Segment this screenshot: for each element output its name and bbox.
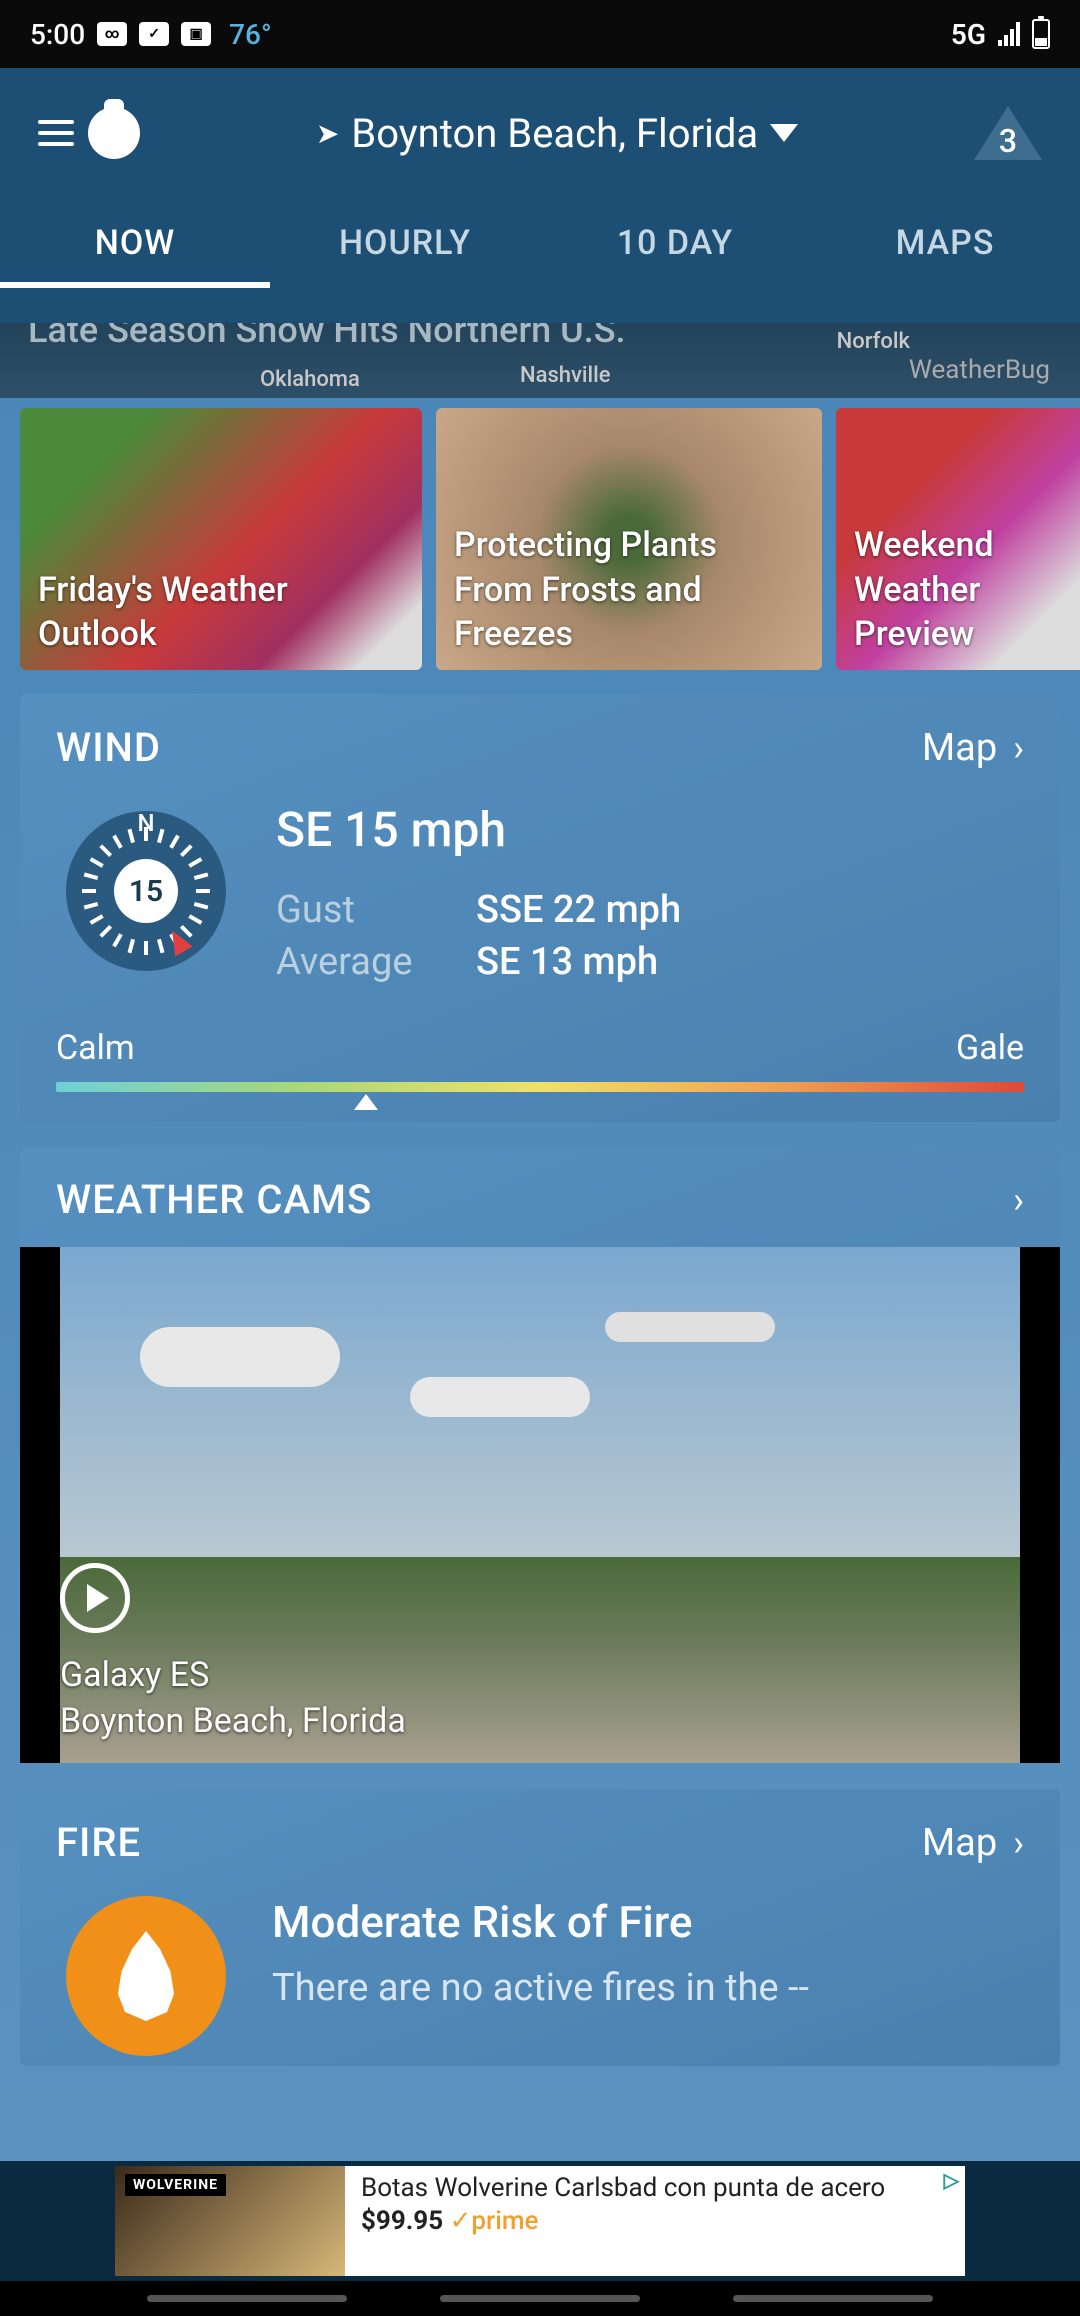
- recording-icon: ∞: [97, 22, 127, 46]
- map-city: Norfolk: [837, 329, 910, 354]
- avg-value: SE 13 mph: [476, 940, 658, 984]
- alerts-button[interactable]: 3: [974, 106, 1042, 160]
- news-headline: Late Season Snow Hits Northern U.S.: [28, 323, 626, 351]
- story-carousel[interactable]: Friday's Weather Outlook Protecting Plan…: [20, 408, 1080, 670]
- fire-risk: Moderate Risk of Fire: [272, 1896, 1024, 1948]
- network-label: 5G: [951, 18, 986, 51]
- tab-hourly[interactable]: HOURLY: [270, 198, 540, 288]
- wind-card: WIND Map › N 15 SE 15 mph Gust SSE 22 mp…: [20, 694, 1060, 1122]
- tab-maps[interactable]: MAPS: [810, 198, 1080, 288]
- cam-video[interactable]: Galaxy ES Boynton Beach, Florida: [20, 1247, 1060, 1763]
- chevron-right-icon: ›: [1013, 727, 1024, 769]
- ad-prime: ✓prime: [450, 2206, 539, 2236]
- weatherbug-logo-icon[interactable]: [88, 107, 140, 159]
- chevron-right-icon[interactable]: ›: [1013, 1179, 1024, 1221]
- avg-label: Average: [276, 940, 476, 984]
- status-bar: 5:00 ∞ ✓ ▣ 76° 5G: [0, 0, 1080, 68]
- play-icon[interactable]: [60, 1563, 130, 1633]
- wind-map-link[interactable]: Map ›: [922, 726, 1024, 770]
- watermark: WeatherBug: [909, 355, 1050, 385]
- content-scroll[interactable]: Late Season Snow Hits Northern U.S. Nash…: [0, 323, 1080, 2161]
- fire-desc: There are no active fires in the --: [272, 1966, 1024, 2010]
- news-banner[interactable]: Late Season Snow Hits Northern U.S. Nash…: [0, 323, 1080, 398]
- ad-brand: WOLVERINE: [125, 2174, 226, 2196]
- wind-title: WIND: [56, 724, 161, 771]
- ad-text: Botas Wolverine Carlsbad con punta de ac…: [361, 2172, 949, 2205]
- ad-banner[interactable]: WOLVERINE Botas Wolverine Carlsbad con p…: [115, 2166, 965, 2276]
- status-time: 5:00: [30, 18, 85, 51]
- menu-button[interactable]: [38, 120, 74, 146]
- photo-icon: ▣: [181, 22, 211, 46]
- location-name: Boynton Beach, Florida: [351, 110, 758, 157]
- nav-home[interactable]: [440, 2295, 640, 2302]
- fire-icon: [66, 1896, 226, 2056]
- gust-value: SSE 22 mph: [476, 888, 681, 932]
- fire-map-link[interactable]: Map ›: [922, 1821, 1024, 1865]
- location-selector[interactable]: ➤ Boynton Beach, Florida: [160, 110, 954, 157]
- wind-compass: N 15: [66, 811, 226, 971]
- status-temp: 76°: [229, 18, 272, 51]
- wind-scale: Calm Gale: [56, 1028, 1024, 1092]
- chevron-right-icon: ›: [1013, 1822, 1024, 1864]
- story-title: Friday's Weather Outlook: [38, 568, 404, 656]
- check-icon: ✓: [139, 22, 169, 46]
- ad-bar: WOLVERINE Botas Wolverine Carlsbad con p…: [0, 2161, 1080, 2281]
- nav-recent[interactable]: [147, 2295, 347, 2302]
- story-title: Protecting Plants From Frosts and Freeze…: [454, 523, 804, 656]
- gust-label: Gust: [276, 888, 476, 932]
- story-card[interactable]: Friday's Weather Outlook: [20, 408, 422, 670]
- ad-choices-icon[interactable]: ▷: [944, 2168, 959, 2192]
- ad-image: WOLVERINE: [115, 2166, 345, 2276]
- scale-marker-icon: [354, 1094, 378, 1110]
- scale-high: Gale: [956, 1028, 1024, 1068]
- scale-low: Calm: [56, 1028, 135, 1068]
- cams-title: WEATHER CAMS: [56, 1176, 372, 1223]
- wind-main: SE 15 mph: [276, 801, 1024, 858]
- map-city: Oklahoma: [260, 367, 360, 392]
- cams-card: WEATHER CAMS › Galaxy ES Boynton Beach, …: [20, 1148, 1060, 1763]
- tabs: NOW HOURLY 10 DAY MAPS: [0, 198, 1080, 288]
- location-arrow-icon: ➤: [316, 117, 339, 150]
- cam-location: Boynton Beach, Florida: [60, 1699, 406, 1745]
- story-card[interactable]: Weekend Weather Preview: [836, 408, 1080, 670]
- map-city: Nashville: [520, 363, 611, 388]
- alert-count: 3: [998, 122, 1018, 160]
- nav-back[interactable]: [733, 2295, 933, 2302]
- link-label: Map: [922, 726, 997, 770]
- link-label: Map: [922, 1821, 997, 1865]
- fire-card: FIRE Map › Moderate Risk of Fire There a…: [20, 1789, 1060, 2066]
- story-card[interactable]: Protecting Plants From Frosts and Freeze…: [436, 408, 822, 670]
- story-title: Weekend Weather Preview: [854, 523, 1078, 656]
- tab-10day[interactable]: 10 DAY: [540, 198, 810, 288]
- app-header: ➤ Boynton Beach, Florida 3 NOW HOURLY 10…: [0, 68, 1080, 323]
- fire-title: FIRE: [56, 1819, 141, 1866]
- signal-icon: [998, 22, 1020, 46]
- battery-icon: [1032, 19, 1050, 49]
- chevron-down-icon: [770, 124, 798, 142]
- cam-name: Galaxy ES: [60, 1653, 406, 1699]
- system-nav-bar: [0, 2281, 1080, 2316]
- ad-price: $99.95: [361, 2206, 443, 2236]
- tab-now[interactable]: NOW: [0, 198, 270, 288]
